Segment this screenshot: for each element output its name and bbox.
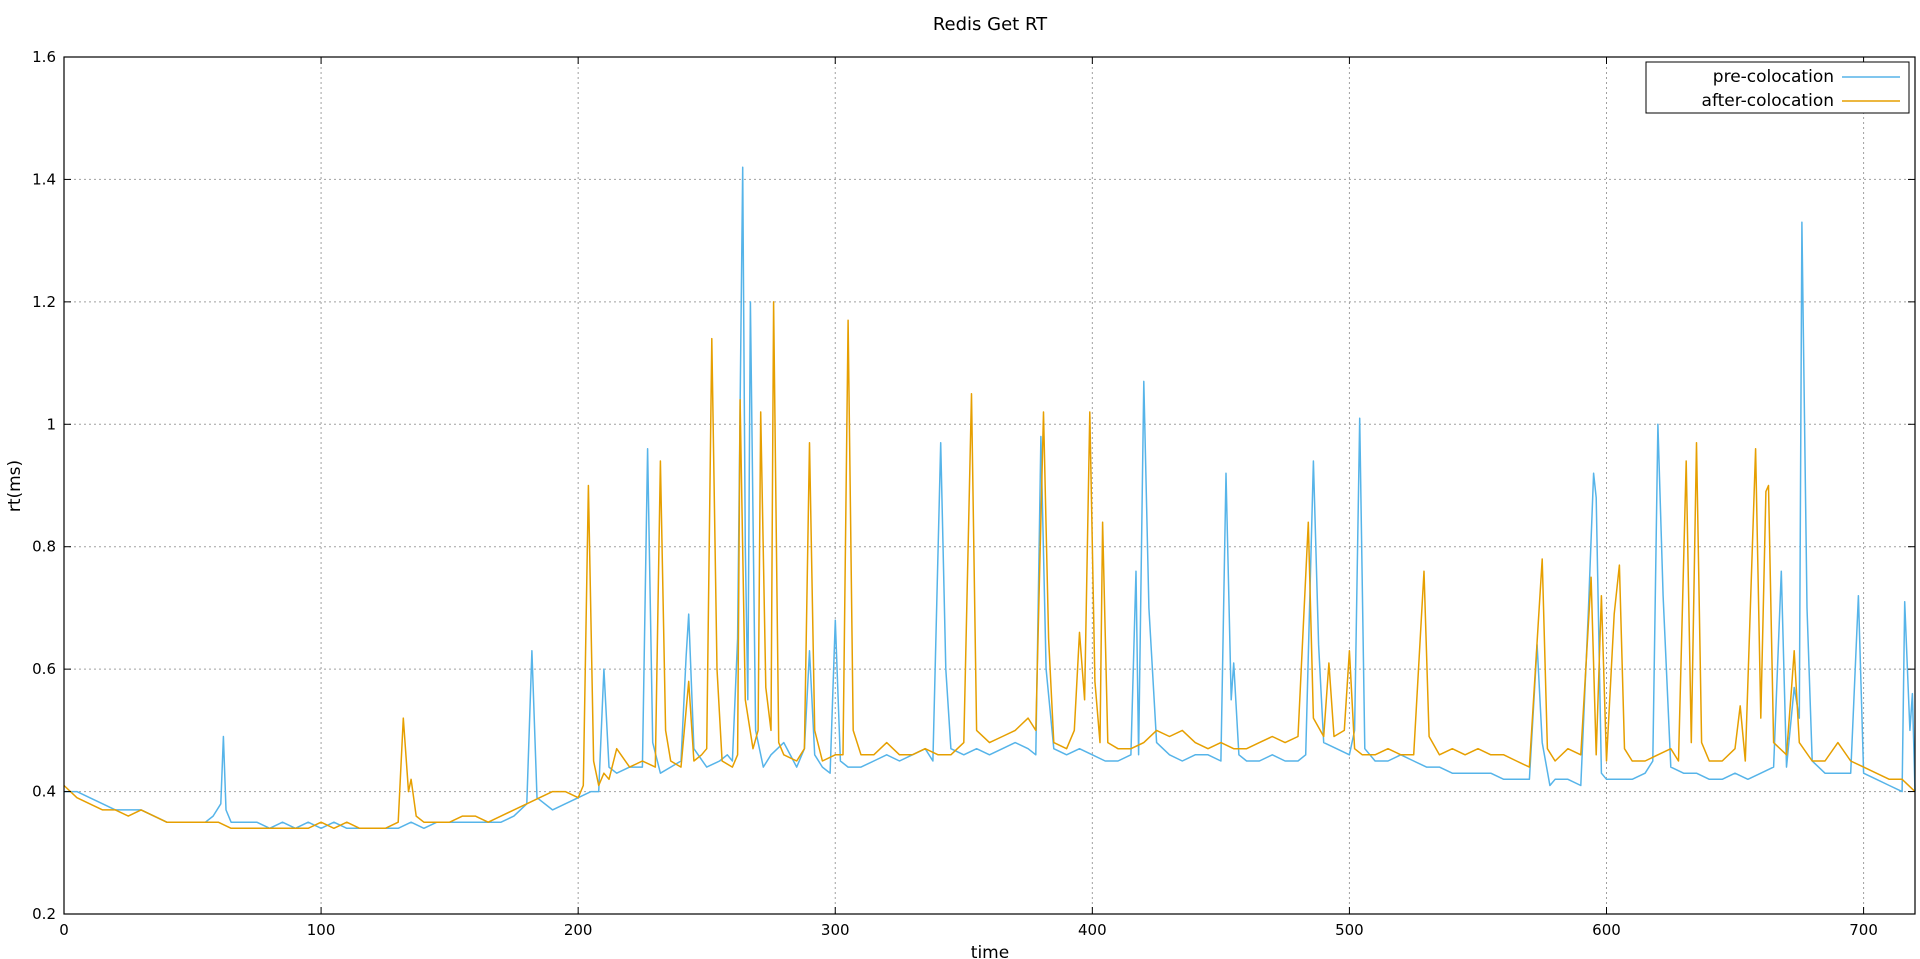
series-line-after-colocation [63, 301, 1916, 830]
line-chart: Redis Get RT 0 100 200 300 400 500 600 700 0.2 0.… [5, 14, 1916, 959]
x-tick-label: 400 [1078, 921, 1107, 939]
plot-frame [63, 56, 1916, 915]
grid [64, 57, 1915, 914]
y-tick-label: 0.2 [32, 905, 56, 923]
y-tick-label: 1.6 [32, 48, 56, 66]
series-line-pre-colocation [64, 166, 1916, 830]
y-tick-label: 0.6 [32, 660, 56, 678]
y-tick-label: 0.4 [32, 783, 56, 801]
y-tick-label: 0.8 [32, 538, 56, 556]
chart-title: Redis Get RT [933, 14, 1048, 35]
x-tick-label: 600 [1592, 921, 1621, 939]
legend-label-pre-colocation: pre-colocation [1713, 67, 1834, 87]
x-axis-label: time [971, 943, 1009, 959]
x-tick-label: 100 [307, 921, 336, 939]
x-tick-label: 300 [821, 921, 850, 939]
x-tick-label: 500 [1335, 921, 1364, 939]
series-layer [63, 166, 1916, 830]
x-tick-label: 200 [564, 921, 593, 939]
y-tick-label: 1 [46, 415, 56, 433]
legend-label-after-colocation: after-colocation [1702, 91, 1834, 111]
x-tick-label: 700 [1849, 921, 1878, 939]
y-tick-label: 1.2 [32, 293, 56, 311]
y-tick-label: 1.4 [32, 170, 56, 188]
x-tick-label: 0 [59, 921, 69, 939]
legend: pre-colocation after-colocation [1645, 61, 1910, 114]
y-axis-label: rt(ms) [5, 460, 25, 512]
